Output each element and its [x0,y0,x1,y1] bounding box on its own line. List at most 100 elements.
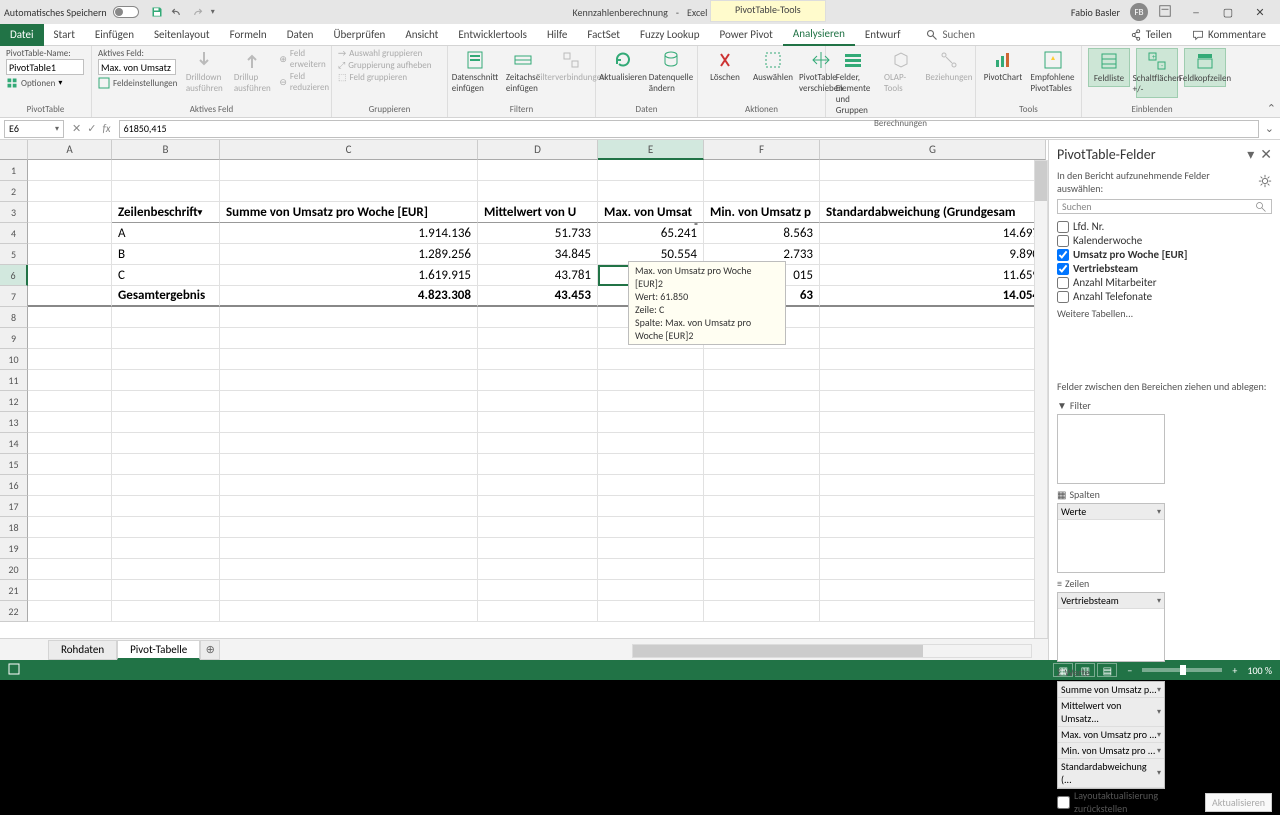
row-header[interactable]: 22 [0,601,28,622]
cell[interactable] [112,391,220,412]
pivotchart-button[interactable]: PivotChart [982,48,1024,85]
insert-slicer-button[interactable]: Datenschnitt einfügen [454,48,496,96]
cell[interactable] [220,307,478,328]
cell[interactable] [820,370,1046,391]
cell[interactable] [478,328,598,349]
options-button[interactable]: Optionen▾ [6,77,85,89]
user-name[interactable]: Fabio Basler [1071,6,1120,19]
cell[interactable] [112,580,220,601]
cell[interactable] [478,538,598,559]
update-button[interactable]: Aktualisieren [1205,793,1272,812]
pane-close-icon[interactable]: ✕ [1260,146,1272,163]
row-header[interactable]: 6 [0,265,28,286]
comments-button[interactable]: Kommentare [1184,26,1274,43]
search-icon[interactable]: Suchen [926,28,975,41]
cell[interactable] [820,160,1046,181]
change-source-button[interactable]: Datenquelle ändern [650,48,692,96]
cell[interactable] [478,307,598,328]
cell[interactable] [704,370,820,391]
cell[interactable]: 14.054 [820,286,1046,307]
tab-entwicklertools[interactable]: Entwicklertools [448,24,537,46]
cell[interactable] [820,517,1046,538]
row-header[interactable]: 19 [0,538,28,559]
cell[interactable] [28,181,112,202]
field-checkbox[interactable]: Anzahl Telefonate [1057,290,1272,303]
cell[interactable] [28,433,112,454]
tab-überprüfen[interactable]: Überprüfen [323,24,395,46]
cell[interactable] [704,349,820,370]
row-header[interactable]: 21 [0,580,28,601]
field-checkbox[interactable]: Lfd. Nr. [1057,220,1272,233]
row-header[interactable]: 7 [0,286,28,307]
cell[interactable] [704,181,820,202]
save-icon[interactable] [151,6,163,18]
row-header[interactable]: 8 [0,307,28,328]
close-button[interactable]: ✕ [1246,3,1274,21]
cell[interactable] [704,496,820,517]
cell[interactable] [820,454,1046,475]
cell[interactable] [28,538,112,559]
cell[interactable] [112,454,220,475]
cell[interactable] [28,391,112,412]
cell[interactable] [820,433,1046,454]
fieldlist-button[interactable]: Feldliste [1088,48,1130,87]
cell[interactable] [112,496,220,517]
cell[interactable] [478,181,598,202]
cell[interactable]: B [112,244,220,265]
column-header[interactable]: C [220,140,478,160]
cell[interactable] [598,580,704,601]
cell[interactable] [28,202,112,223]
cell[interactable] [220,559,478,580]
cell[interactable] [820,181,1046,202]
cell[interactable] [478,475,598,496]
cell[interactable] [820,601,1046,622]
row-header[interactable]: 15 [0,454,28,475]
vertical-scrollbar[interactable] [1034,160,1048,640]
field-checkbox[interactable]: Anzahl Mitarbeiter [1057,276,1272,289]
row-header[interactable]: 17 [0,496,28,517]
cell[interactable] [820,349,1046,370]
row-header[interactable]: 9 [0,328,28,349]
cell[interactable] [220,370,478,391]
active-field-input[interactable] [98,59,176,75]
cell[interactable] [598,349,704,370]
row-header[interactable]: 14 [0,433,28,454]
cell[interactable]: A [112,223,220,244]
fieldheaders-button[interactable]: Feldkopfzeilen [1184,48,1226,87]
formula-expand-icon[interactable]: ⌄ [1259,122,1280,135]
cell[interactable] [598,181,704,202]
cell[interactable] [112,160,220,181]
cell[interactable] [478,160,598,181]
cell[interactable] [220,349,478,370]
cell[interactable] [820,391,1046,412]
cell[interactable]: C [112,265,220,286]
area-item[interactable]: Standardabweichung (... [1058,759,1164,788]
zoom-slider[interactable] [1142,668,1222,672]
cell[interactable] [478,517,598,538]
cell[interactable] [28,496,112,517]
cancel-formula-icon[interactable]: ✕ [72,122,81,135]
cell[interactable] [28,286,112,307]
cell[interactable] [112,433,220,454]
cell[interactable] [220,538,478,559]
cell[interactable] [704,433,820,454]
cell[interactable] [704,538,820,559]
pivottable-name-input[interactable] [6,59,84,75]
cell[interactable] [28,454,112,475]
cell[interactable] [220,454,478,475]
row-header[interactable]: 18 [0,517,28,538]
pm-buttons-button[interactable]: +-Schaltflächen +/- [1136,48,1178,98]
row-header[interactable]: 10 [0,349,28,370]
tab-daten[interactable]: Daten [277,24,324,46]
cell[interactable]: Max. von Umsat [598,202,704,223]
cell[interactable] [28,601,112,622]
values-drop-area[interactable]: Summe von Umsatz p...Mittelwert von Umsa… [1057,681,1165,789]
cell[interactable] [820,328,1046,349]
cell[interactable]: 1.619.915 [220,265,478,286]
tab-ansicht[interactable]: Ansicht [395,24,448,46]
field-search-input[interactable]: Suchen [1057,199,1272,214]
cell[interactable] [820,496,1046,517]
cell[interactable] [28,265,112,286]
cell[interactable] [28,349,112,370]
column-header[interactable]: E [598,140,704,160]
